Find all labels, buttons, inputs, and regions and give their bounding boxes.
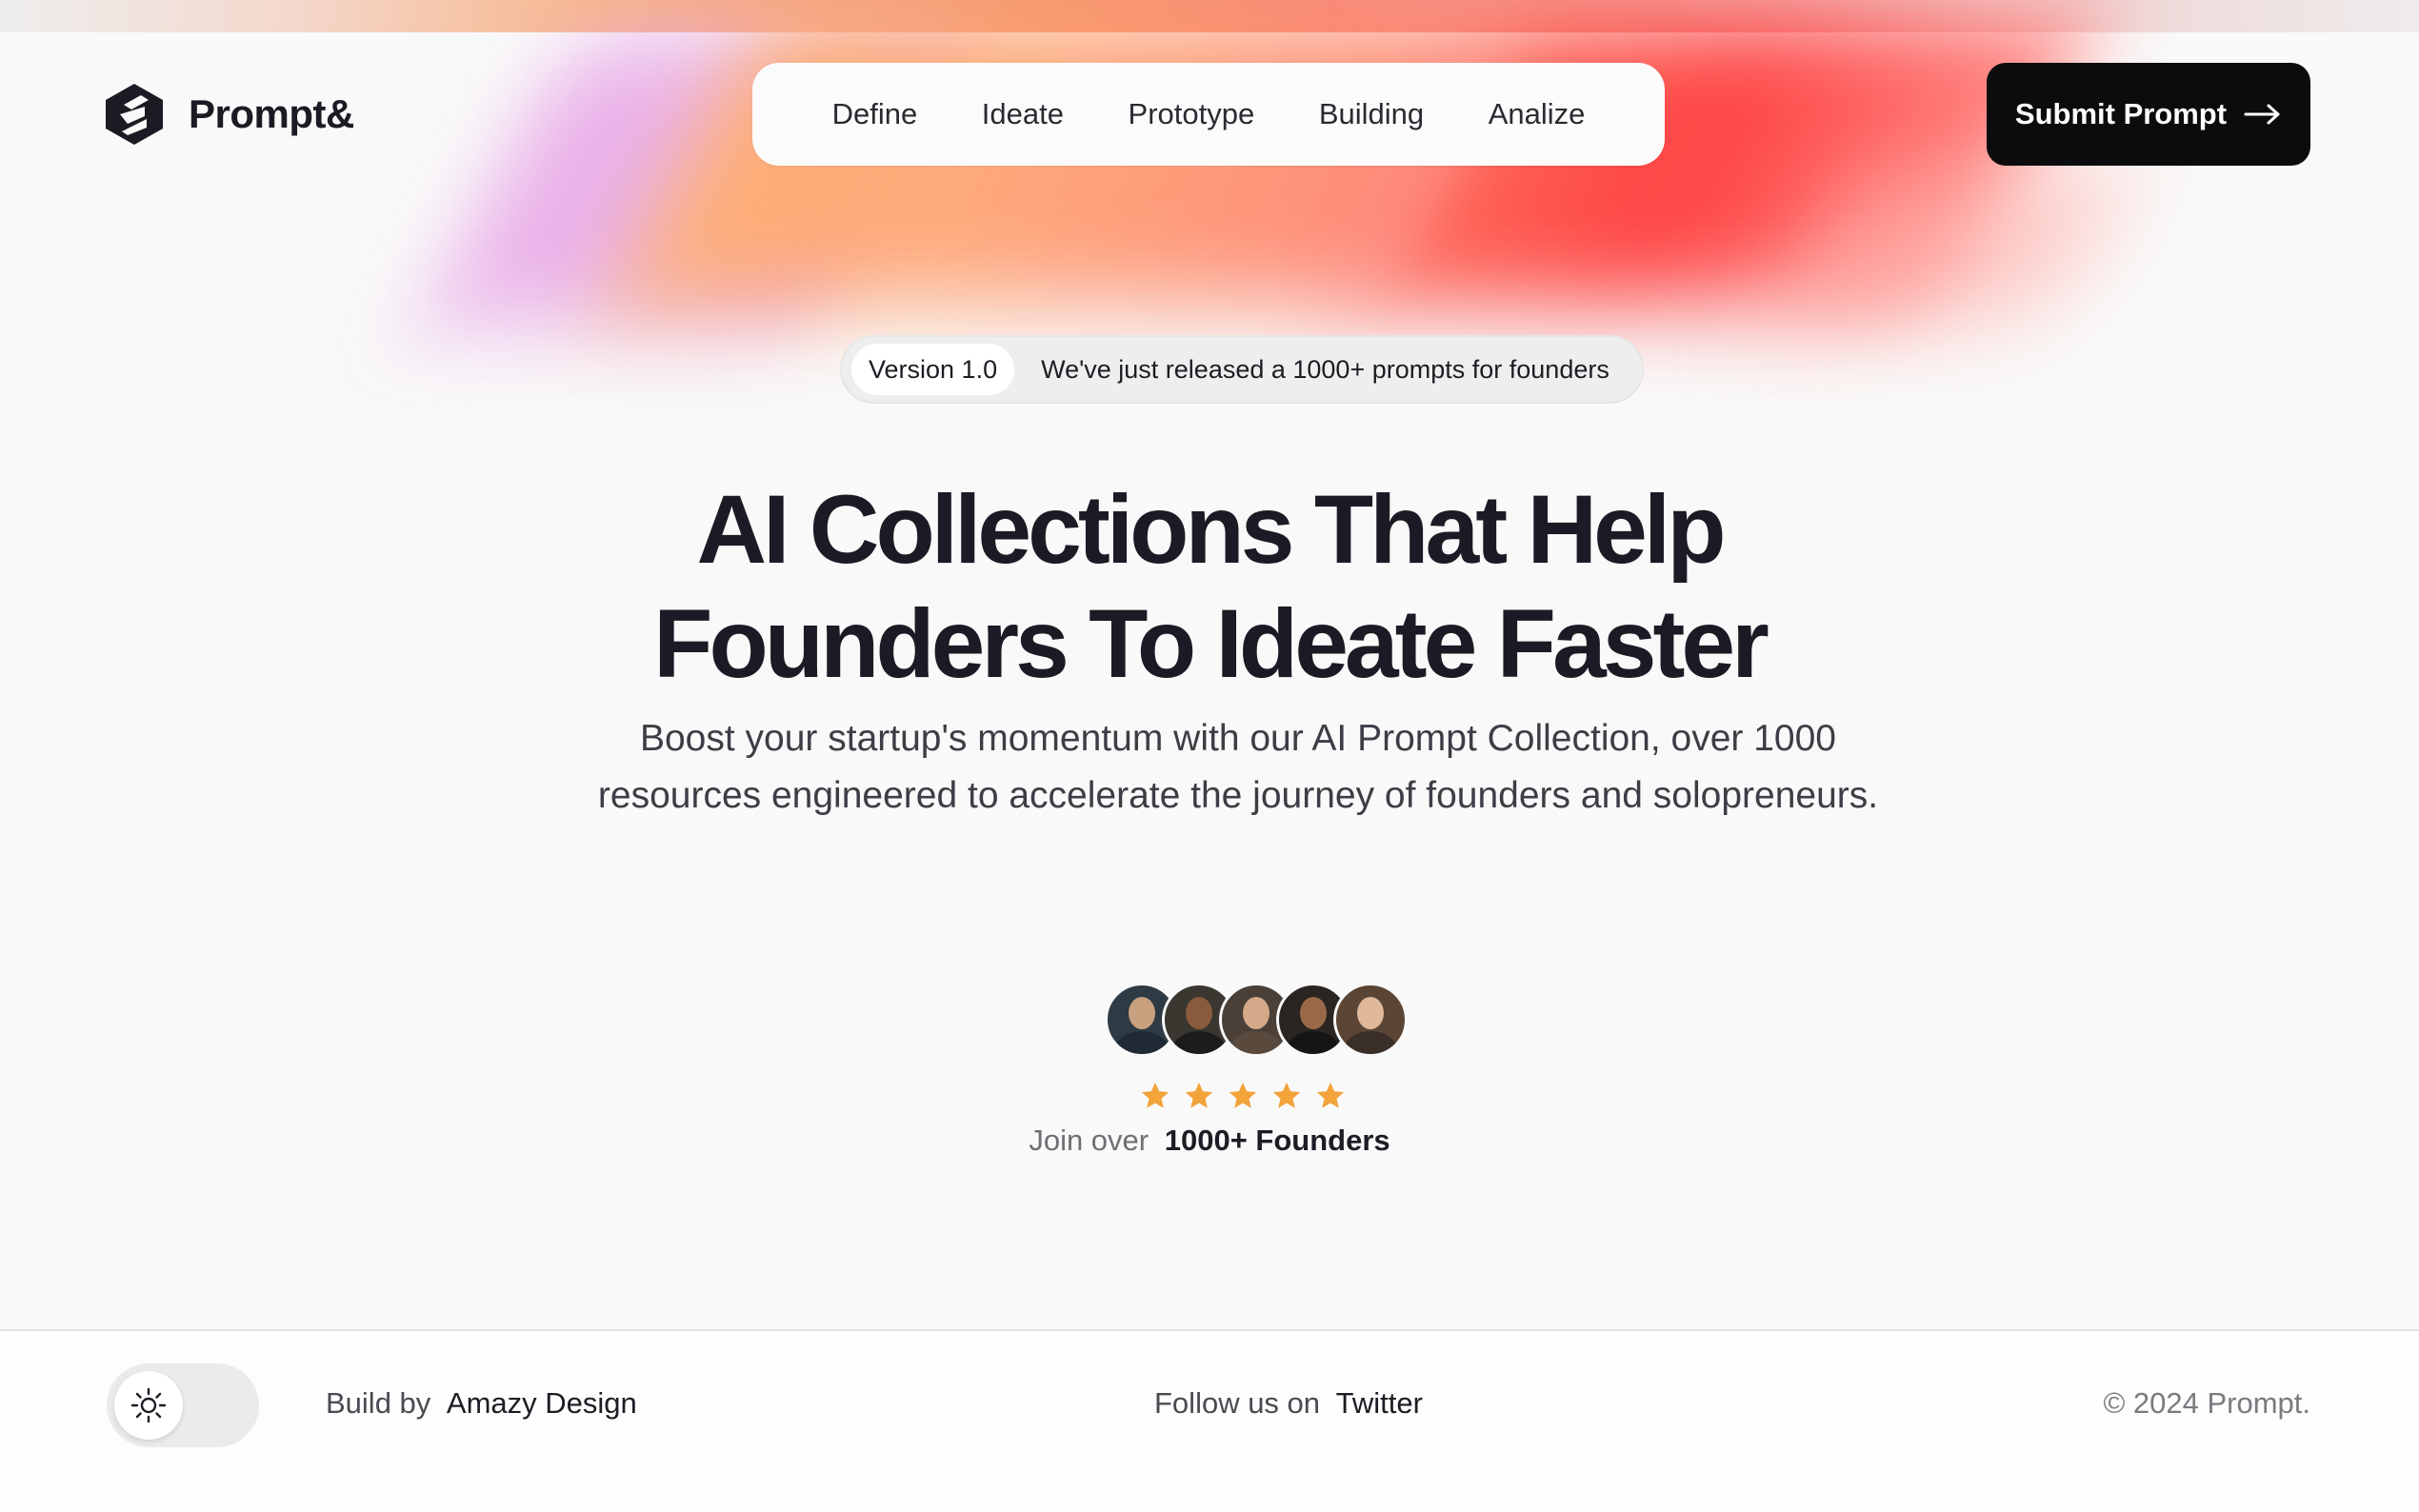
hero-description: Boost your startup's momentum with our A… [597,718,1879,816]
submit-prompt-button[interactable]: Submit Prompt [1987,63,2310,166]
join-founders: Join over 1000+ Founders [0,1124,2419,1158]
announcement-pill[interactable]: Version 1.0 We've just released a 1000+ … [840,335,1644,404]
theme-toggle[interactable] [107,1363,259,1447]
nav-item-analize[interactable]: Analize [1489,97,1586,131]
footer: Build by Amazy Design Follow us on Twitt… [0,1329,2419,1512]
built-by-label: Build by [326,1386,431,1420]
hero-title-line-1: AI Collections That Help [696,475,1726,584]
main-nav: Define Ideate Prototype Building Analize [752,63,1665,166]
rating-stars [1139,1080,1347,1112]
founder-avatars [1105,983,1408,1057]
join-label: Join over [1029,1124,1150,1157]
sun-icon [130,1387,167,1423]
amazy-design-link[interactable]: Amazy Design [447,1386,637,1420]
hexagon-s-logo-icon [106,84,163,145]
join-count: 1000+ Founders [1164,1124,1390,1157]
star-icon [1316,1082,1345,1108]
founder-avatar-5 [1333,983,1408,1057]
submit-prompt-label: Submit Prompt [2014,97,2228,130]
star-icon [1185,1082,1213,1108]
arrow-right-icon [2244,104,2280,125]
star-icon [1229,1082,1257,1108]
nav-item-ideate[interactable]: Ideate [982,97,1064,131]
announcement-text: We've just released a 1000+ prompts for … [1041,354,1609,384]
brand-name: Prompt& [189,91,354,136]
follow-label: Follow us on [1154,1386,1321,1420]
hero-title: AI Collections That Help Founders To Ide… [0,472,2419,701]
theme-toggle-knob [114,1371,183,1440]
star-icon [1141,1082,1170,1108]
copyright: © 2024 Prompt. [2103,1386,2310,1420]
star-icon [1272,1082,1301,1108]
follow-us: Follow us on Twitter [1154,1386,1423,1421]
nav-item-define[interactable]: Define [832,97,918,131]
nav-item-building[interactable]: Building [1319,97,1424,131]
built-by: Build by Amazy Design [326,1386,637,1421]
brand-logo[interactable]: Prompt& [103,82,354,147]
nav-item-prototype[interactable]: Prototype [1129,97,1255,131]
version-badge: Version 1.0 [851,344,1015,395]
hero-title-line-2: Founders To Ideate Faster [653,589,1769,698]
twitter-link[interactable]: Twitter [1336,1386,1423,1420]
